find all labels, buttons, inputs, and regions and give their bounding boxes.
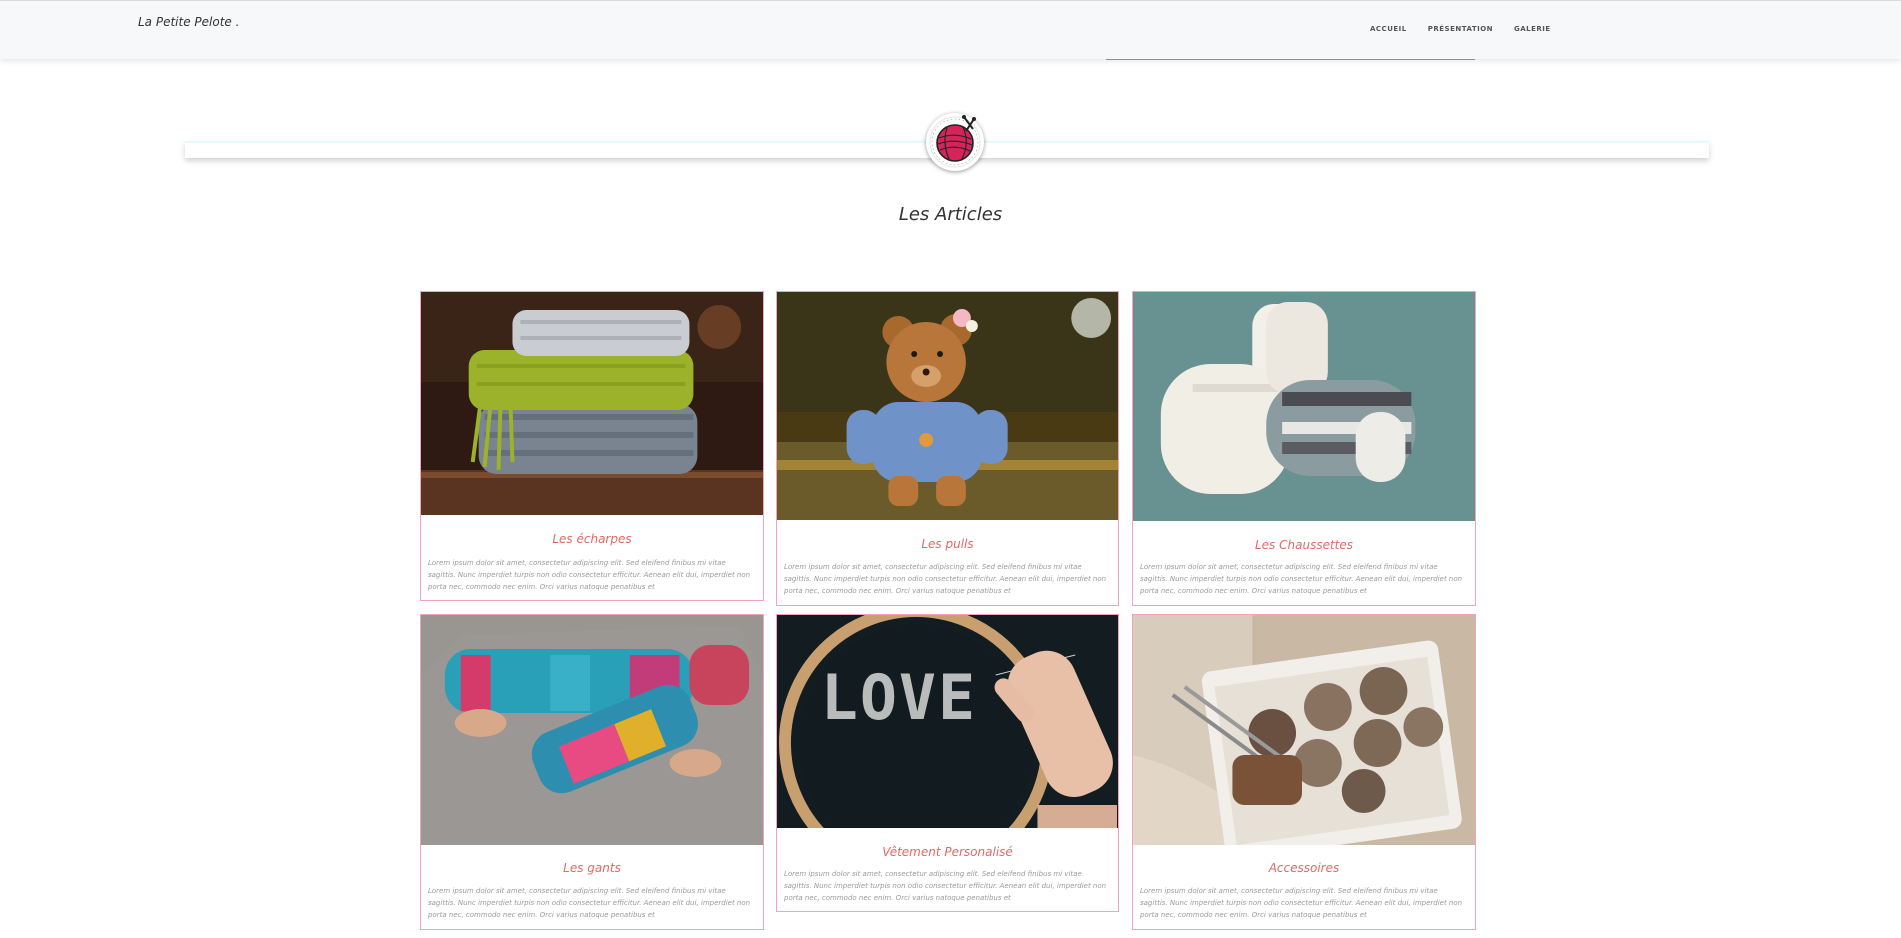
article-title[interactable]: Vêtement Personalisé	[777, 845, 1118, 859]
nav-link-presentation[interactable]: PRÉSENTATION	[1428, 25, 1493, 33]
article-description: Lorem ipsum dolor sit amet, consectetur …	[1140, 563, 1463, 595]
article-image[interactable]	[421, 615, 763, 845]
article-description: Lorem ipsum dolor sit amet, consectetur …	[428, 887, 751, 919]
article-image[interactable]: LOVE	[777, 615, 1118, 828]
nav-link-accueil[interactable]: ACCUEIL	[1370, 25, 1407, 33]
article-description: Lorem ipsum dolor sit amet, consectetur …	[784, 870, 1107, 902]
nav-links: ACCUEIL PRÉSENTATION GALERIE	[1370, 25, 1572, 33]
article-card-accessoires[interactable]: Accessoires Lorem ipsum dolor sit amet, …	[1132, 614, 1476, 930]
yarn-ball-logo	[926, 113, 984, 171]
top-navbar: La Petite Pelote . ACCUEIL PRÉSENTATION …	[0, 0, 1901, 59]
article-description: Lorem ipsum dolor sit amet, consectetur …	[1140, 887, 1463, 919]
article-card-vetement-personalise[interactable]: LOVE Vêtement Personalisé Lorem ipsum do…	[776, 614, 1119, 912]
article-card-echarpes[interactable]: Les écharpes Lorem ipsum dolor sit amet,…	[420, 291, 764, 601]
article-card-gants[interactable]: Les gants Lorem ipsum dolor sit amet, co…	[420, 614, 764, 930]
brand-link[interactable]: La Petite Pelote .	[138, 15, 239, 29]
article-title[interactable]: Les écharpes	[421, 532, 763, 546]
article-image[interactable]	[1133, 615, 1475, 845]
yarn-ball-icon	[929, 115, 981, 168]
article-image[interactable]	[777, 292, 1118, 520]
article-title[interactable]: Les Chaussettes	[1133, 538, 1475, 552]
section-title: Les Articles	[898, 204, 1003, 225]
article-title[interactable]: Les gants	[421, 861, 763, 875]
svg-text:LOVE: LOVE	[821, 662, 977, 734]
article-description: Lorem ipsum dolor sit amet, consectetur …	[784, 563, 1107, 595]
article-image[interactable]	[421, 292, 763, 515]
article-title[interactable]: Les pulls	[777, 537, 1118, 551]
article-card-pulls[interactable]: Les pulls Lorem ipsum dolor sit amet, co…	[776, 291, 1119, 606]
article-card-chaussettes[interactable]: Les Chaussettes Lorem ipsum dolor sit am…	[1132, 291, 1476, 606]
article-title[interactable]: Accessoires	[1133, 861, 1475, 875]
article-image[interactable]	[1133, 292, 1475, 521]
nav-link-galerie[interactable]: GALERIE	[1514, 25, 1551, 33]
article-description: Lorem ipsum dolor sit amet, consectetur …	[428, 559, 751, 591]
